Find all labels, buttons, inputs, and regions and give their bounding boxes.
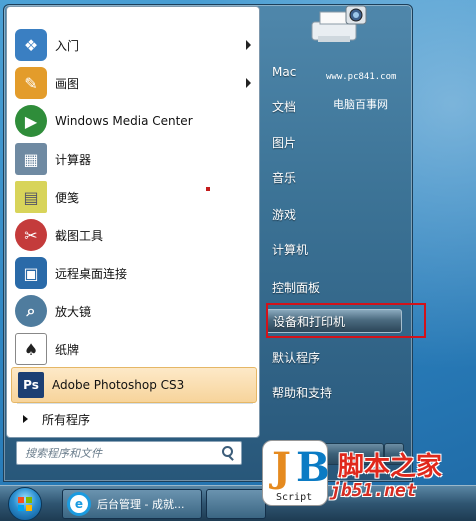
program-label: 放大镜 <box>55 304 92 319</box>
paint-icon: ✎ <box>15 67 47 99</box>
getting-started-icon: ❖ <box>15 29 47 61</box>
program-sticky-notes[interactable]: ▤ 便笺 <box>11 179 257 215</box>
search-input[interactable] <box>17 446 219 460</box>
program-snipping-tool[interactable]: ✂ 截图工具 <box>11 217 257 253</box>
right-item-music[interactable]: 音乐 <box>266 166 402 188</box>
right-item-games[interactable]: 游戏 <box>266 203 402 225</box>
devices-printer-icon <box>311 5 367 42</box>
program-label: 远程桌面连接 <box>55 266 128 281</box>
remote-desktop-icon: ▣ <box>15 257 47 289</box>
media-center-icon: ▶ <box>15 105 47 137</box>
right-item-default-programs[interactable]: 默认程序 <box>266 346 402 368</box>
program-magnifier[interactable]: ⌕ 放大镜 <box>11 293 257 329</box>
logo-letter-j: J <box>272 444 291 491</box>
all-programs-label: 所有程序 <box>42 412 91 427</box>
program-calculator[interactable]: ▦ 计算器 <box>11 141 257 177</box>
program-label: 计算器 <box>55 152 92 167</box>
magnifier-icon: ⌕ <box>15 295 47 327</box>
photoshop-icon: Ps <box>18 372 44 398</box>
program-label: 截图工具 <box>55 228 104 243</box>
program-label: Adobe Photoshop CS3 <box>52 378 185 392</box>
programs-pane: ❖ 入门 ✎ 画图 ▶ Windows Media Center ▦ 计算器 ▤… <box>6 6 260 438</box>
submenu-arrow-icon[interactable] <box>246 78 251 88</box>
search-icon[interactable] <box>219 444 237 462</box>
program-remote-desktop[interactable]: ▣ 远程桌面连接 <box>11 255 257 291</box>
internet-explorer-icon: e <box>67 492 91 516</box>
program-solitaire[interactable]: ♠ 纸牌 <box>11 331 257 367</box>
right-item-mac[interactable]: Mac <box>266 61 402 83</box>
right-item-pictures[interactable]: 图片 <box>266 131 402 153</box>
right-item-help-support[interactable]: 帮助和支持 <box>266 381 402 403</box>
taskbar-window-2[interactable] <box>206 489 266 519</box>
program-label: 入门 <box>55 38 80 53</box>
annotation-highlight <box>266 303 426 338</box>
program-getting-started[interactable]: ❖ 入门 <box>11 27 257 63</box>
solitaire-icon: ♠ <box>15 333 47 365</box>
program-media-center[interactable]: ▶ Windows Media Center <box>11 103 257 139</box>
program-label: 纸牌 <box>55 342 80 357</box>
sticky-notes-icon: ▤ <box>15 181 47 213</box>
program-paint[interactable]: ✎ 画图 <box>11 65 257 101</box>
program-photoshop[interactable]: Ps Adobe Photoshop CS3 <box>11 367 257 403</box>
right-item-control-panel[interactable]: 控制面板 <box>266 276 402 298</box>
divider <box>17 403 253 404</box>
taskbar-ie-window[interactable]: e 后台管理 - 成就... <box>62 489 202 519</box>
program-label: Windows Media Center <box>55 114 193 128</box>
search-box[interactable] <box>16 441 242 465</box>
all-programs-button[interactable]: 所有程序 <box>11 407 257 431</box>
submenu-arrow-icon[interactable] <box>246 40 251 50</box>
start-button[interactable] <box>8 487 42 521</box>
site-name-cn: 脚本之家 <box>338 452 443 482</box>
logo-letter-b: B <box>296 444 330 491</box>
calculator-icon: ▦ <box>15 143 47 175</box>
site-url: jb51.net <box>330 480 417 501</box>
right-item-computer[interactable]: 计算机 <box>266 238 402 260</box>
taskbar-window-label: 后台管理 - 成就... <box>97 498 185 511</box>
program-label: 画图 <box>55 76 80 91</box>
annotation-dot <box>206 187 210 191</box>
logo-script-text: Script <box>276 492 313 503</box>
arrow-right-icon <box>23 415 28 423</box>
snipping-tool-icon: ✂ <box>15 219 47 251</box>
program-label: 便笺 <box>55 190 80 205</box>
right-item-documents[interactable]: 文档 <box>266 95 402 117</box>
